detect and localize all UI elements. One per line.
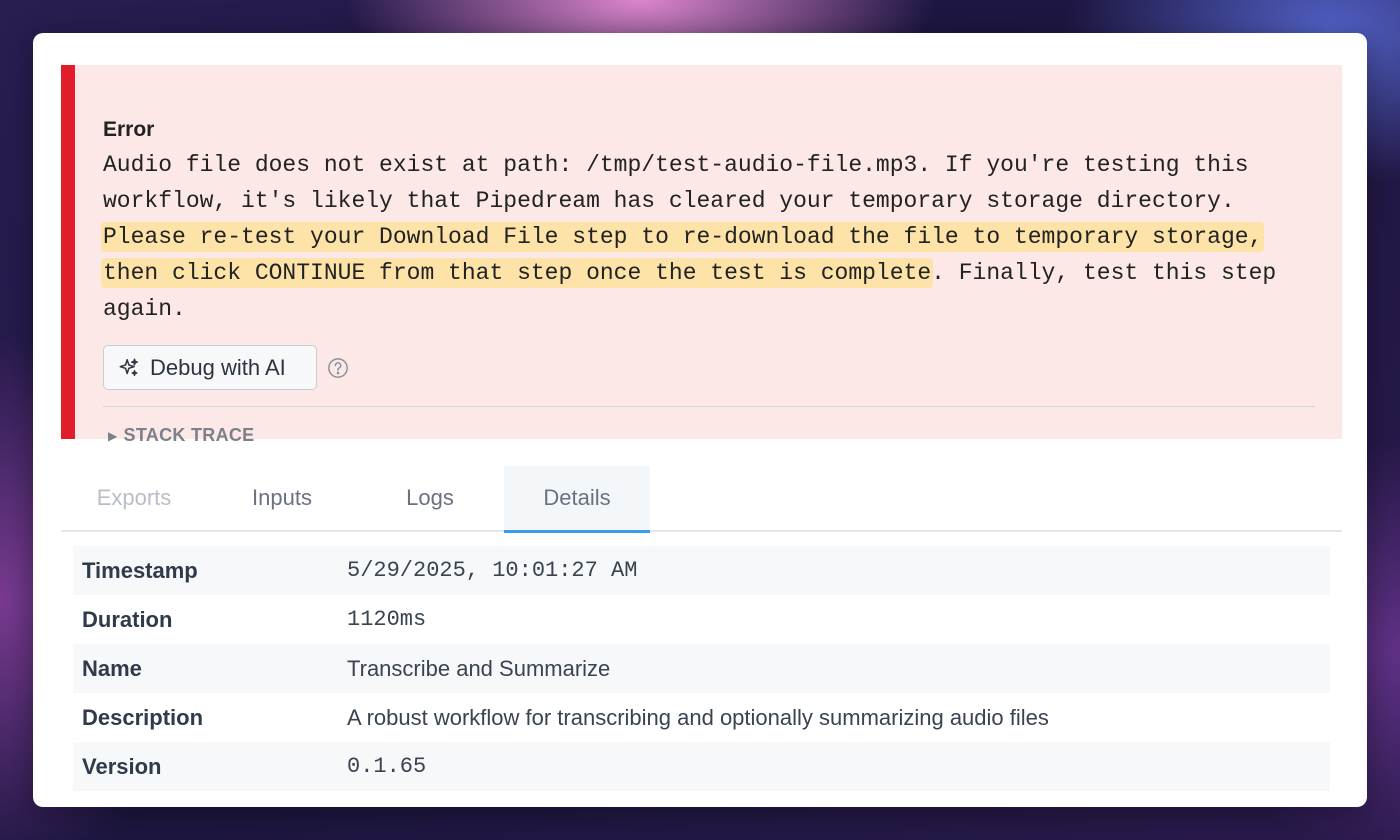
- detail-row-description: Description A robust workflow for transc…: [73, 693, 1330, 742]
- detail-row-duration: Duration 1120ms: [73, 595, 1330, 644]
- divider: [103, 406, 1315, 407]
- detail-value: 1120ms: [347, 607, 427, 632]
- stack-trace-label: STACK TRACE: [123, 425, 255, 445]
- detail-value: A robust workflow for transcribing and o…: [347, 704, 1049, 730]
- debug-with-ai-label: Debug with AI: [150, 354, 286, 380]
- error-box: Error Audio file does not exist at path:…: [61, 65, 1342, 445]
- error-line: again.: [103, 296, 186, 322]
- question-circle-icon[interactable]: [327, 357, 349, 379]
- detail-row-timestamp: Timestamp 5/29/2025, 10:01:27 AM: [73, 546, 1330, 595]
- stack-trace-toggle[interactable]: ▶ STACK TRACE: [108, 425, 255, 446]
- debug-with-ai-button[interactable]: Debug with AI: [103, 345, 317, 390]
- detail-value: Transcribe and Summarize: [347, 655, 611, 681]
- detail-key: Timestamp: [82, 557, 198, 583]
- error-line: workflow, it's likely that Pipedream has…: [103, 188, 1235, 214]
- tab-details[interactable]: Details: [504, 466, 650, 533]
- error-title: Error: [103, 118, 155, 141]
- tab-exports[interactable]: Exports: [61, 466, 207, 530]
- highlighted-text: Please re-test your Download File step t…: [101, 222, 1265, 252]
- detail-key: Description: [82, 704, 204, 730]
- sparkles-icon: [119, 358, 138, 376]
- tab-logs[interactable]: Logs: [357, 466, 503, 530]
- error-line: Audio file does not exist at path: /tmp/…: [103, 152, 1249, 178]
- tab-inputs[interactable]: Inputs: [209, 466, 355, 530]
- error-line: Please re-test your Download File step t…: [101, 219, 1303, 255]
- error-message: Audio file does not exist at path: /tmp/…: [101, 147, 1303, 327]
- detail-row-version: Version 0.1.65: [73, 742, 1330, 791]
- step-result-panel: Error Audio file does not exist at path:…: [33, 33, 1367, 807]
- detail-value: 5/29/2025, 10:01:27 AM: [347, 558, 638, 583]
- detail-key: Name: [82, 655, 142, 681]
- detail-value: 0.1.65: [347, 754, 427, 779]
- highlighted-text: then click CONTINUE from that step once …: [101, 258, 934, 288]
- tab-bar: Exports Inputs Logs Details: [61, 466, 1342, 533]
- caret-right-icon: ▶: [108, 428, 118, 443]
- error-line: then click CONTINUE from that step once …: [101, 258, 1277, 288]
- detail-key: Version: [82, 753, 162, 779]
- detail-row-name: Name Transcribe and Summarize: [73, 644, 1330, 693]
- detail-key: Duration: [82, 606, 173, 632]
- details-table: Timestamp 5/29/2025, 10:01:27 AM Duratio…: [73, 546, 1330, 791]
